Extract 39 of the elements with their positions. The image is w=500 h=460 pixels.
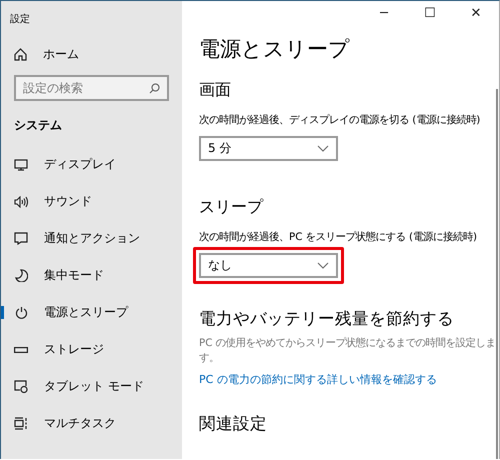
sidebar-item[interactable]: ストレージ <box>1 331 182 368</box>
home-icon <box>14 48 27 60</box>
display-icon <box>14 158 28 170</box>
sidebar-item[interactable]: 電源とスリープ <box>1 294 182 331</box>
page-title: 電源とスリープ <box>199 36 351 63</box>
sidebar-item[interactable]: 集中モード <box>1 257 182 294</box>
section-heading: 画面 <box>199 80 232 101</box>
moon-icon <box>14 269 28 282</box>
close-button[interactable]: ✕ <box>453 1 499 27</box>
section-heading: システム <box>13 117 63 134</box>
dropdown[interactable]: なし <box>199 253 338 278</box>
minimize-button[interactable]: ─ <box>361 1 407 27</box>
info-link[interactable]: PC の電力の節約に関する詳しい情報を確認する <box>199 372 437 387</box>
home-link[interactable]: ホーム <box>1 38 182 70</box>
section-heading: 関連設定 <box>199 412 268 435</box>
section-heading: 電力やバッテリー残量を節約する <box>199 308 455 330</box>
storage-icon <box>14 346 28 352</box>
maximize-button[interactable]: ☐ <box>407 1 453 27</box>
sidebar-item[interactable]: タブレット モード <box>1 368 182 405</box>
setting-label: 次の時間が経過後、PC をスリープ状態にする (電源に接続時) <box>199 230 478 244</box>
chevron-down-icon <box>317 145 329 152</box>
sidebar-item[interactable]: ディスプレイ <box>1 146 182 183</box>
section-heading: スリープ <box>199 197 264 218</box>
sidebar-item[interactable]: 通知とアクション <box>1 220 182 257</box>
speaker-icon <box>14 196 28 208</box>
chevron-down-icon <box>317 262 329 269</box>
description-text: PC の使用をやめてからスリープ状態になるまでの時間を設定します。 <box>199 336 497 366</box>
sidebar-item[interactable]: サウンド <box>1 183 182 220</box>
setting-label: 次の時間が経過後、ディスプレイの電源を切る (電源に接続時) <box>199 113 482 127</box>
dropdown[interactable]: 5 分 <box>199 136 338 161</box>
search-field[interactable]: 設定の検索 <box>14 75 169 101</box>
scrollbar[interactable] <box>496 89 498 459</box>
sidebar-item[interactable]: マルチタスク <box>1 405 182 442</box>
message-icon <box>14 232 28 245</box>
power-icon <box>14 306 28 319</box>
window-title: 設定 <box>9 12 31 27</box>
search-icon <box>149 83 160 94</box>
multitask-icon <box>14 417 28 430</box>
tablet-icon <box>14 380 28 393</box>
